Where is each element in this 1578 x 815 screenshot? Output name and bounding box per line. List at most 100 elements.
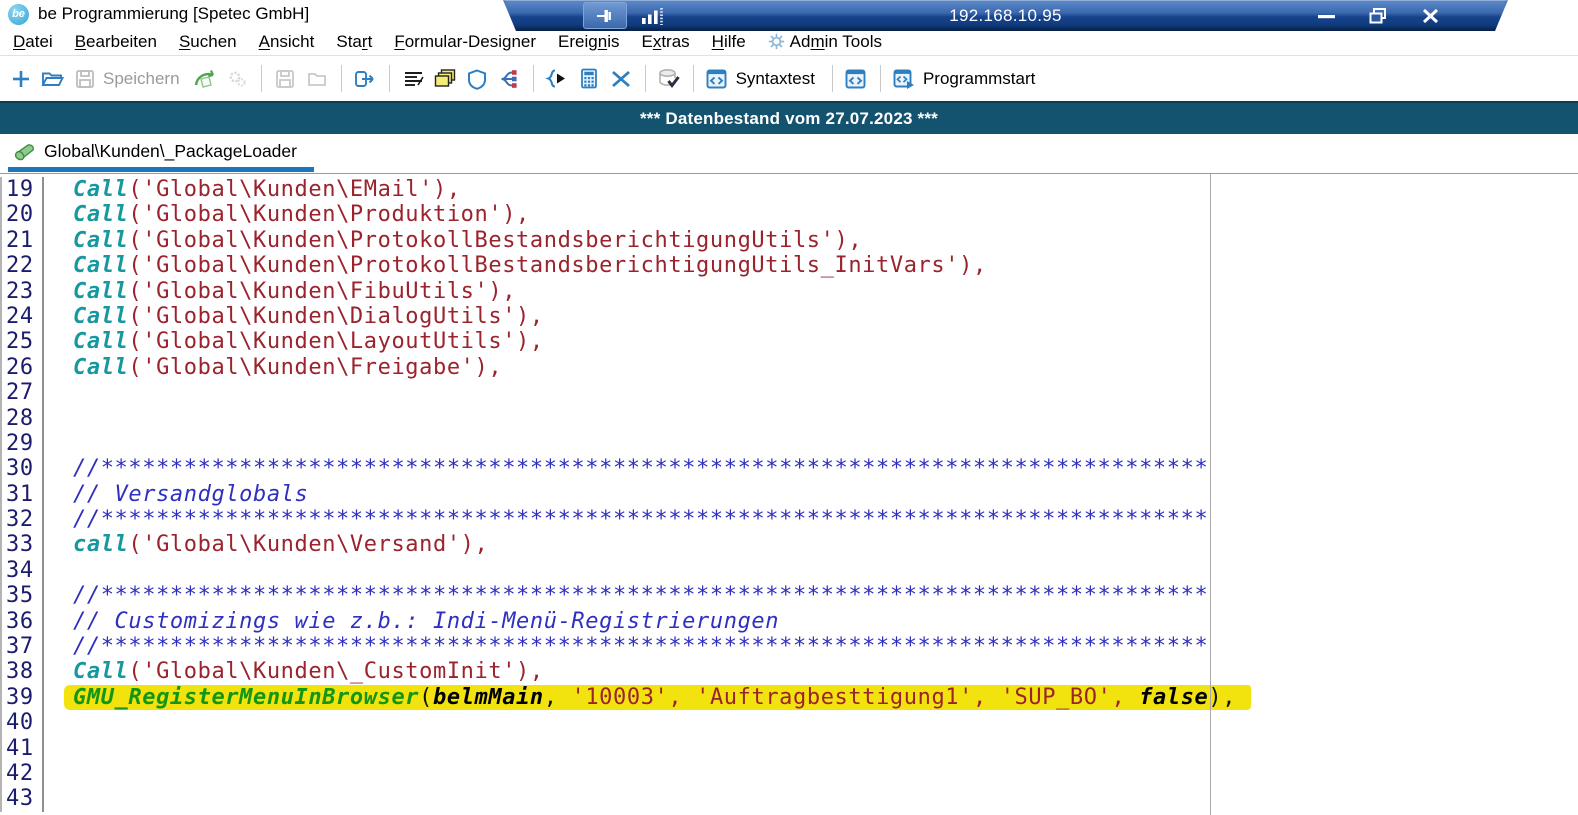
code-line-24[interactable]: 24Call('Global\Kunden\DialogUtils'), — [0, 304, 1578, 329]
line-number: 40 — [0, 710, 44, 735]
code-line-content[interactable]: Call('Global\Kunden\Freigabe'), — [44, 355, 502, 380]
code-line-38[interactable]: 38Call('Global\Kunden\_CustomInit'), — [0, 659, 1578, 684]
menu-item-extras[interactable]: Extras — [630, 32, 700, 52]
code-line-29[interactable]: 29 — [0, 431, 1578, 456]
new-icon[interactable] — [6, 63, 35, 94]
code-line-content[interactable]: Call('Global\Kunden\ProtokollBestandsber… — [44, 228, 862, 253]
delete-x-icon[interactable] — [607, 63, 636, 94]
line-number: 23 — [0, 279, 44, 304]
code-line-content[interactable] — [44, 406, 73, 431]
shield-icon[interactable] — [463, 63, 492, 94]
code-line-30[interactable]: 30//************************************… — [0, 456, 1578, 481]
code-line-41[interactable]: 41 — [0, 736, 1578, 761]
code-line-content[interactable]: Call('Global\Kunden\_CustomInit'), — [44, 659, 544, 684]
database-check-icon[interactable] — [655, 63, 684, 94]
toolbar-separator — [261, 65, 262, 92]
menu-item-suchen[interactable]: Suchen — [168, 32, 248, 52]
tab-package-loader[interactable]: Global\Kunden\_PackageLoader — [0, 134, 297, 162]
code-line-content[interactable]: Call('Global\Kunden\LayoutUtils'), — [44, 329, 544, 354]
toolbar-separator — [832, 65, 833, 92]
text-format-icon[interactable] — [399, 63, 428, 94]
refresh-script-icon[interactable] — [191, 63, 220, 94]
code-line-43[interactable]: 43 — [0, 786, 1578, 811]
code-line-33[interactable]: 33call('Global\Kunden\Versand'), — [0, 532, 1578, 557]
line-number: 33 — [0, 532, 44, 557]
line-number: 28 — [0, 406, 44, 431]
code-line-36[interactable]: 36// Customizings wie z.b.: Indi-Menü-Re… — [0, 609, 1578, 634]
code-line-content[interactable] — [44, 380, 73, 405]
code-line-content[interactable]: Call('Global\Kunden\ProtokollBestandsber… — [44, 253, 987, 278]
code-line-39[interactable]: 39GMU_RegisterMenuInBrowser(belmMain, '1… — [0, 685, 1578, 710]
code-line-content[interactable]: // Versandglobals — [44, 482, 308, 507]
code-line-34[interactable]: 34 — [0, 558, 1578, 583]
code-line-content[interactable] — [44, 736, 73, 761]
code-line-22[interactable]: 22Call('Global\Kunden\ProtokollBestandsb… — [0, 253, 1578, 278]
code-line-content[interactable] — [44, 761, 73, 786]
code-line-19[interactable]: 19Call('Global\Kunden\EMail'), — [0, 177, 1578, 202]
code-line-content[interactable] — [44, 710, 73, 735]
syntaxtest-icon[interactable] — [703, 63, 732, 94]
code-line-26[interactable]: 26Call('Global\Kunden\Freigabe'), — [0, 355, 1578, 380]
code-line-content[interactable]: GMU_RegisterMenuInBrowser(belmMain, '100… — [44, 685, 1251, 710]
settings-gears-icon — [223, 63, 252, 94]
code-line-content[interactable]: // Customizings wie z.b.: Indi-Menü-Regi… — [44, 609, 779, 634]
code-line-21[interactable]: 21Call('Global\Kunden\ProtokollBestandsb… — [0, 228, 1578, 253]
branch-icon[interactable] — [495, 63, 524, 94]
calculator-icon[interactable] — [575, 63, 604, 94]
menu-item-hilfe[interactable]: Hilfe — [701, 32, 757, 52]
code-lines[interactable]: 19Call('Global\Kunden\EMail'),20Call('Gl… — [0, 174, 1578, 812]
code-line-42[interactable]: 42 — [0, 761, 1578, 786]
toolbar-separator — [341, 65, 342, 92]
run-branch-icon[interactable] — [543, 63, 572, 94]
code-editor[interactable]: 19Call('Global\Kunden\EMail'),20Call('Gl… — [0, 173, 1578, 815]
open-folder-icon[interactable] — [38, 63, 67, 94]
menu-item-datei[interactable]: Datei — [2, 32, 64, 52]
code-line-25[interactable]: 25Call('Global\Kunden\LayoutUtils'), — [0, 329, 1578, 354]
line-number: 24 — [0, 304, 44, 329]
code-line-content[interactable]: Call('Global\Kunden\FibuUtils'), — [44, 279, 516, 304]
code-line-content[interactable]: //**************************************… — [44, 634, 1208, 659]
gear-icon — [768, 33, 785, 50]
code-line-content[interactable]: //**************************************… — [44, 456, 1208, 481]
code-line-28[interactable]: 28 — [0, 406, 1578, 431]
code-line-40[interactable]: 40 — [0, 710, 1578, 735]
code-line-27[interactable]: 27 — [0, 380, 1578, 405]
code-line-31[interactable]: 31// Versandglobals — [0, 482, 1578, 507]
line-number: 19 — [0, 177, 44, 202]
menu-item-ereignis[interactable]: Ereignis — [547, 32, 630, 52]
pin-button[interactable] — [583, 2, 627, 29]
copy-stack-icon[interactable] — [431, 63, 460, 94]
code-line-23[interactable]: 23Call('Global\Kunden\FibuUtils'), — [0, 279, 1578, 304]
restore-button[interactable] — [1368, 7, 1390, 25]
close-button[interactable] — [1420, 7, 1442, 25]
code-line-20[interactable]: 20Call('Global\Kunden\Produktion'), — [0, 202, 1578, 227]
code-line-35[interactable]: 35//************************************… — [0, 583, 1578, 608]
syntaxtest-label[interactable]: Syntaxtest — [736, 69, 815, 89]
code-line-content[interactable]: Call('Global\Kunden\DialogUtils'), — [44, 304, 544, 329]
tab-row: Global\Kunden\_PackageLoader — [0, 134, 1578, 174]
menu-item-bearbeiten[interactable]: Bearbeiten — [64, 32, 168, 52]
code-window-icon[interactable] — [842, 63, 871, 94]
print-margin-line — [1210, 174, 1211, 815]
minimize-button[interactable] — [1316, 7, 1338, 25]
menu-bar: DateiBearbeitenSuchenAnsichtStartFormula… — [0, 28, 1578, 56]
programmstart-icon[interactable] — [890, 63, 919, 94]
menu-item-formular-designer[interactable]: Formular-Designer — [383, 32, 547, 52]
programmstart-label[interactable]: Programmstart — [923, 69, 1035, 89]
code-line-37[interactable]: 37//************************************… — [0, 634, 1578, 659]
code-line-content[interactable] — [44, 558, 73, 583]
menu-item-start[interactable]: Start — [325, 32, 383, 52]
menu-item-admin-tools[interactable]: Admin Tools — [757, 32, 893, 52]
code-line-content[interactable]: //**************************************… — [44, 583, 1208, 608]
code-line-content[interactable]: call('Global\Kunden\Versand'), — [44, 532, 488, 557]
rdp-window-controls — [1316, 7, 1442, 25]
code-line-content[interactable]: Call('Global\Kunden\EMail'), — [44, 177, 461, 202]
tab-label: Global\Kunden\_PackageLoader — [44, 141, 297, 162]
code-line-32[interactable]: 32//************************************… — [0, 507, 1578, 532]
menu-item-ansicht[interactable]: Ansicht — [248, 32, 326, 52]
code-line-content[interactable]: //**************************************… — [44, 507, 1208, 532]
export-icon[interactable] — [351, 63, 380, 94]
code-line-content[interactable] — [44, 786, 73, 811]
code-line-content[interactable] — [44, 431, 73, 456]
code-line-content[interactable]: Call('Global\Kunden\Produktion'), — [44, 202, 530, 227]
